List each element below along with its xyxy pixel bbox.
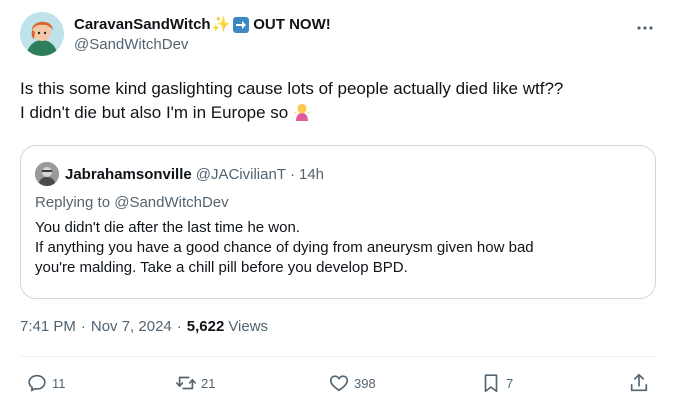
tweet-text-line-1: Is this some kind gaslighting cause lots… <box>20 79 564 98</box>
tweet-header: CaravanSandWitch ✨ OUT NOW! @SandWitchDe… <box>20 12 331 56</box>
replying-to: Replying to @SandWitchDev <box>35 194 229 211</box>
separator-dot: · <box>176 318 182 335</box>
out-now-text: OUT NOW! <box>253 16 331 33</box>
more-options-icon[interactable] <box>635 18 655 38</box>
replying-to-label: Replying to <box>35 194 111 211</box>
author-display-name[interactable]: CaravanSandWitch <box>74 15 211 35</box>
right-arrow-emoji-icon <box>233 17 250 33</box>
reply-button[interactable]: 11 <box>26 372 66 394</box>
heart-icon <box>329 375 349 392</box>
quoted-author-handle[interactable]: @JACivilianT <box>196 166 286 183</box>
views-count: 5,622 <box>186 318 225 335</box>
quoted-text-line-1: You didn't die after the last time he wo… <box>35 219 300 236</box>
separator-dot: · <box>289 165 295 183</box>
tweet-text-line-2: I didn't die but also I'm in Europe so <box>20 103 289 122</box>
person-shrugging-emoji-icon <box>292 101 312 128</box>
tweet-metadata: 7:41 PM · Nov 7, 2024 · 5,622 Views <box>20 318 268 335</box>
share-icon <box>630 373 648 392</box>
quoted-tweet-text: You didn't die after the last time he wo… <box>35 218 645 278</box>
quoted-author-avatar[interactable] <box>35 162 59 186</box>
quoted-tweet-header: Jabrahamsonville @JACivilianT · 14h <box>35 162 324 186</box>
divider <box>20 356 657 357</box>
author-handle[interactable]: @SandWitchDev <box>74 35 331 55</box>
like-count: 398 <box>354 375 376 391</box>
tweet-date[interactable]: Nov 7, 2024 <box>91 318 172 335</box>
author-name-block: CaravanSandWitch ✨ OUT NOW! @SandWitchDe… <box>74 15 331 55</box>
quoted-text-line-2: If anything you have a good chance of dy… <box>35 239 534 256</box>
sparkles-icon: ✨ <box>211 16 231 33</box>
retweet-count: 21 <box>201 375 216 391</box>
quoted-text-line-3: you're malding. Take a chill pill before… <box>35 259 408 276</box>
reply-count: 11 <box>52 375 66 391</box>
author-display-name-row[interactable]: CaravanSandWitch ✨ OUT NOW! <box>74 15 331 35</box>
replying-to-mention[interactable]: @SandWitchDev <box>114 194 228 211</box>
tweet: CaravanSandWitch ✨ OUT NOW! @SandWitchDe… <box>0 0 677 420</box>
like-button[interactable]: 398 <box>328 372 376 394</box>
retweet-button[interactable]: 21 <box>175 372 215 394</box>
separator-dot: · <box>80 318 86 335</box>
bookmark-button[interactable]: 7 <box>480 372 513 394</box>
views-label: Views <box>228 318 269 335</box>
share-button[interactable] <box>628 372 650 394</box>
retweet-icon <box>176 376 196 390</box>
tweet-text: Is this some kind gaslighting cause lots… <box>20 77 660 128</box>
tweet-time[interactable]: 7:41 PM <box>20 318 76 335</box>
quoted-author-name[interactable]: Jabrahamsonville <box>65 166 192 183</box>
bookmark-icon <box>484 374 498 393</box>
bookmark-count: 7 <box>506 375 514 391</box>
action-bar: 11 21 398 7 <box>0 372 677 396</box>
author-avatar[interactable] <box>20 12 64 56</box>
quoted-tweet[interactable]: Jabrahamsonville @JACivilianT · 14h Repl… <box>20 145 656 299</box>
reply-icon <box>28 374 46 392</box>
quoted-tweet-time[interactable]: 14h <box>299 166 324 183</box>
